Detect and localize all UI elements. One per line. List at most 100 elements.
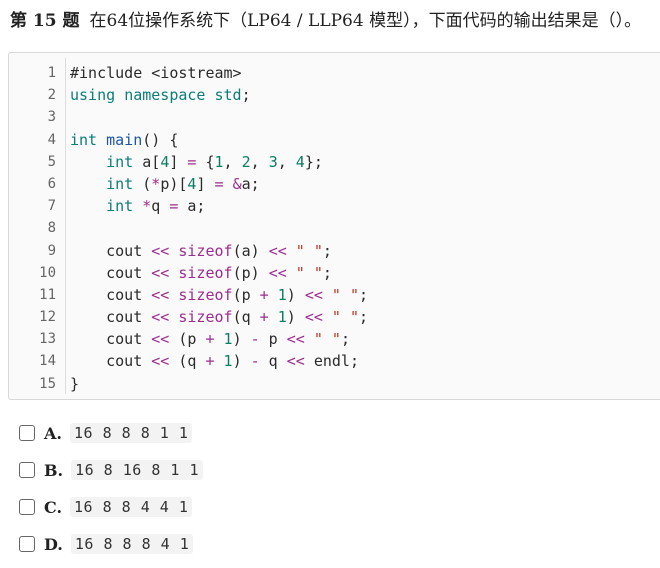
code-token: p)[ [160, 174, 188, 193]
option-letter: B. [44, 460, 64, 480]
code-token: cout [70, 330, 152, 349]
option-b[interactable]: B. 16 8 16 8 1 1 [19, 457, 203, 483]
code-token: 4 [160, 152, 170, 171]
code-line: int main() { [70, 129, 660, 151]
line-number: 1 [47, 65, 56, 81]
code-token: cout [70, 308, 152, 327]
line-number: 4 [47, 131, 56, 148]
code-token: int [106, 197, 134, 216]
line-number: 12 [39, 309, 56, 326]
option-value: 16 8 8 8 1 1 [69, 423, 193, 443]
code-token: " " [331, 308, 359, 327]
code-token: ) [232, 352, 251, 371]
code-token: << [304, 308, 323, 327]
line-number: 7 [47, 198, 56, 215]
code-line: int (*p)[4] = &a; [70, 173, 660, 195]
line-number: 11 [39, 286, 56, 303]
code-token: , [250, 152, 269, 171]
code-token: ; [241, 86, 251, 105]
code-line: cout << sizeof(p) << " "; [70, 262, 660, 284]
code-token: << [151, 308, 170, 327]
answer-options: A. 16 8 8 8 1 1 B. 16 8 16 8 1 1 C. 16 8… [19, 420, 203, 568]
code-token: & [232, 174, 242, 193]
checkbox-icon[interactable] [19, 536, 35, 552]
code-token: a; [178, 197, 206, 216]
code-token: std [214, 86, 242, 105]
code-token: }; [304, 152, 323, 171]
code-token: ( [133, 174, 152, 193]
code-token: int [106, 152, 134, 171]
code-token: (p [232, 285, 260, 304]
code-token: ] [169, 152, 188, 171]
option-a[interactable]: A. 16 8 8 8 1 1 [19, 420, 203, 446]
code-token: << [151, 352, 170, 371]
code-token: << [151, 241, 170, 260]
code-token: << [286, 330, 305, 349]
code-token: * [151, 174, 161, 193]
code-line: cout << (p + 1) - p << " "; [70, 328, 660, 350]
option-c[interactable]: C. 16 8 8 4 4 1 [19, 494, 203, 520]
code-line: #include <iostream> [70, 62, 660, 84]
code-token: 2 [241, 152, 251, 171]
code-token: 3 [268, 152, 278, 171]
code-line: cout << sizeof(a) << " "; [70, 240, 660, 262]
code-token: int [106, 174, 134, 193]
code-token: " " [313, 330, 341, 349]
code-token: << [268, 263, 287, 282]
code-token: using [70, 86, 116, 105]
code-token: ) [286, 308, 305, 327]
code-token: (p) [232, 263, 269, 282]
checkbox-icon[interactable] [19, 499, 35, 515]
code-line: } [70, 373, 660, 395]
code-token: 1 [277, 308, 287, 327]
code-token: << [286, 352, 305, 371]
code-token: sizeof [178, 241, 233, 260]
code-token: (p [169, 330, 206, 349]
code-token: + [259, 285, 269, 304]
option-d[interactable]: D. 16 8 8 8 4 1 [19, 531, 203, 557]
line-number: 8 [47, 220, 56, 237]
code-token: 1 [277, 285, 287, 304]
checkbox-icon[interactable] [19, 462, 35, 478]
code-token: sizeof [178, 263, 233, 282]
code-token: << [268, 241, 287, 260]
code-token: * [142, 197, 152, 216]
option-letter: A. [44, 423, 62, 443]
code-token: ; [322, 263, 332, 282]
code-lines: #include <iostream> using namespace std; i… [70, 62, 660, 395]
code-token: " " [331, 285, 359, 304]
code-line: int a[4] = {1, 2, 3, 4}; [70, 151, 660, 173]
code-token: ; [340, 330, 350, 349]
code-token: = [214, 174, 224, 193]
checkbox-icon[interactable] [19, 425, 35, 441]
line-number: 5 [47, 153, 56, 170]
code-token: sizeof [178, 285, 233, 304]
code-token: #include <iostream> [70, 64, 242, 82]
code-token: 1 [214, 152, 224, 171]
code-token: a[ [133, 152, 161, 171]
option-letter: C. [44, 497, 63, 517]
code-token: sizeof [178, 308, 233, 327]
line-number: 13 [39, 331, 56, 348]
code-line: cout << (q + 1) - q << endl; [70, 350, 660, 372]
code-token: 4 [295, 152, 305, 171]
code-token: + [205, 352, 215, 371]
code-token: ] [196, 174, 215, 193]
code-token: int [70, 130, 98, 149]
code-token: cout [70, 352, 152, 371]
line-number: 14 [39, 353, 56, 370]
